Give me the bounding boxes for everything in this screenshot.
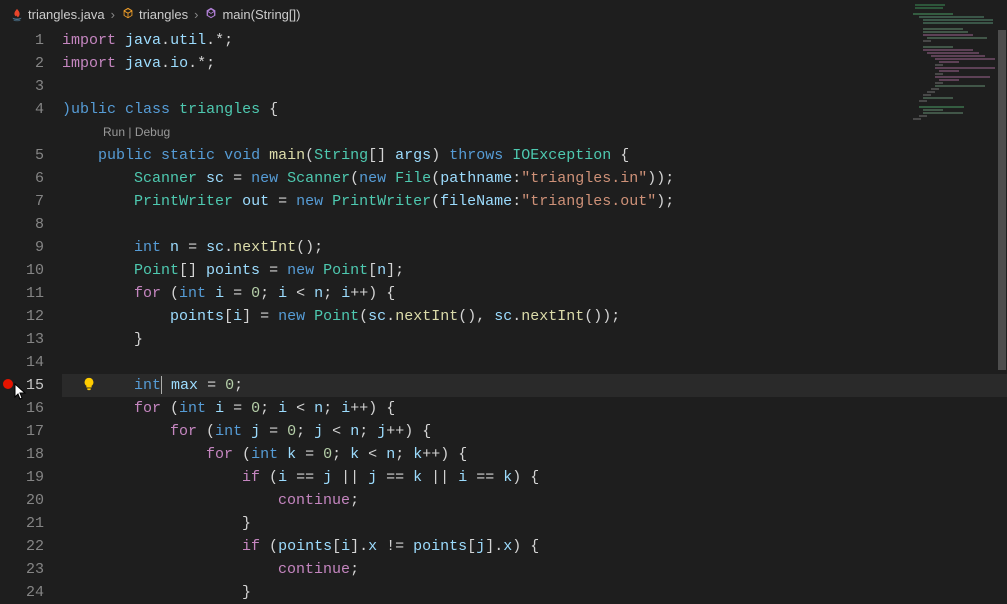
line-number[interactable]: 18: [0, 443, 44, 466]
code-line[interactable]: Scanner sc = new Scanner(new File(pathna…: [62, 167, 1007, 190]
scrollbar-thumb[interactable]: [998, 30, 1006, 370]
codelens: Run | Debug: [62, 121, 1007, 144]
code-line[interactable]: PrintWriter out = new PrintWriter(fileNa…: [62, 190, 1007, 213]
class-icon: [121, 6, 135, 23]
code-line[interactable]: int max = 0;: [62, 374, 1007, 397]
code-line[interactable]: for (int j = 0; j < n; j++) {: [62, 420, 1007, 443]
code-line[interactable]: import java.util.*;: [62, 29, 1007, 52]
line-number[interactable]: 10: [0, 259, 44, 282]
line-number[interactable]: 7: [0, 190, 44, 213]
code-line[interactable]: [62, 213, 1007, 236]
breakpoint-indicator[interactable]: [3, 379, 13, 389]
code-line[interactable]: points[i] = new Point(sc.nextInt(), sc.n…: [62, 305, 1007, 328]
breadcrumb-method-label: main(String[]): [222, 7, 300, 22]
line-number[interactable]: 4: [0, 98, 44, 121]
code-line[interactable]: [62, 75, 1007, 98]
line-number[interactable]: 23: [0, 558, 44, 581]
line-number[interactable]: 19: [0, 466, 44, 489]
code-line[interactable]: for (int k = 0; k < n; k++) {: [62, 443, 1007, 466]
codelens-run[interactable]: Run: [103, 125, 125, 139]
code-line[interactable]: }: [62, 328, 1007, 351]
line-number[interactable]: 22: [0, 535, 44, 558]
breadcrumb-method[interactable]: main(String[]): [204, 6, 300, 23]
breadcrumb-file-label: triangles.java: [28, 7, 105, 22]
code-line[interactable]: import java.io.*;: [62, 52, 1007, 75]
code-line[interactable]: [62, 351, 1007, 374]
line-number[interactable]: 13: [0, 328, 44, 351]
line-number[interactable]: 9: [0, 236, 44, 259]
vertical-scrollbar[interactable]: [997, 0, 1007, 600]
code-line[interactable]: public static void main(String[] args) t…: [62, 144, 1007, 167]
line-number[interactable]: 16: [0, 397, 44, 420]
line-number[interactable]: 17: [0, 420, 44, 443]
breadcrumb-file[interactable]: triangles.java: [10, 7, 105, 22]
line-number[interactable]: 11: [0, 282, 44, 305]
lightbulb-icon[interactable]: [82, 377, 96, 391]
java-file-icon: [10, 8, 24, 22]
code-line[interactable]: int n = sc.nextInt();: [62, 236, 1007, 259]
code-line[interactable]: )ublic class triangles {: [62, 98, 1007, 121]
line-number[interactable]: 1: [0, 29, 44, 52]
line-number[interactable]: 8: [0, 213, 44, 236]
breadcrumb-separator: ›: [194, 7, 198, 22]
code-line[interactable]: }: [62, 512, 1007, 535]
code-line[interactable]: }: [62, 581, 1007, 604]
line-number[interactable]: 24: [0, 581, 44, 604]
line-number[interactable]: 14: [0, 351, 44, 374]
line-number[interactable]: 21: [0, 512, 44, 535]
code-line[interactable]: continue;: [62, 489, 1007, 512]
breadcrumb-class-label: triangles: [139, 7, 188, 22]
code-line[interactable]: for (int i = 0; i < n; i++) {: [62, 282, 1007, 305]
code-line[interactable]: Point[] points = new Point[n];: [62, 259, 1007, 282]
line-number[interactable]: 3: [0, 75, 44, 98]
line-number[interactable]: 12: [0, 305, 44, 328]
breadcrumb: triangles.java › triangles › main(String…: [0, 0, 1007, 29]
line-number[interactable]: 6: [0, 167, 44, 190]
method-icon: [204, 6, 218, 23]
code-line[interactable]: if (i == j || j == k || i == k) {: [62, 466, 1007, 489]
line-number[interactable]: 20: [0, 489, 44, 512]
code-line[interactable]: for (int i = 0; i < n; i++) {: [62, 397, 1007, 420]
line-number-gutter[interactable]: 123456789101112131415161718192021222324: [0, 29, 62, 604]
code-line[interactable]: continue;: [62, 558, 1007, 581]
code-line[interactable]: if (points[i].x != points[j].x) {: [62, 535, 1007, 558]
editor[interactable]: 123456789101112131415161718192021222324 …: [0, 29, 1007, 604]
code-content[interactable]: import java.util.*;import java.io.*; )ubl…: [62, 29, 1007, 604]
codelens-debug[interactable]: Debug: [135, 125, 170, 139]
line-number[interactable]: 5: [0, 144, 44, 167]
breadcrumb-separator: ›: [111, 7, 115, 22]
breadcrumb-class[interactable]: triangles: [121, 6, 188, 23]
line-number[interactable]: 2: [0, 52, 44, 75]
